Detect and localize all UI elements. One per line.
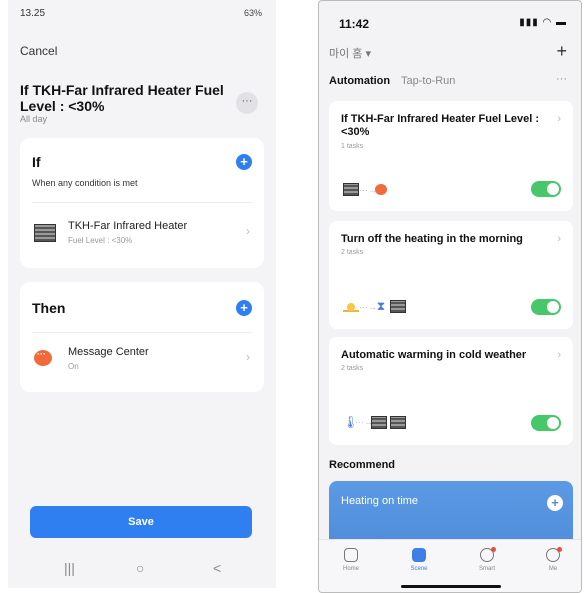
thermometer-icon: 🌡 bbox=[343, 415, 359, 429]
arrow-icon: ···→ bbox=[359, 184, 377, 195]
automation-card[interactable]: Turn off the heating in the morning 2 ta… bbox=[329, 221, 573, 329]
action-detail: On bbox=[68, 362, 79, 371]
task-flow: 🌡···→ bbox=[343, 415, 406, 429]
automation-toggle[interactable] bbox=[531, 299, 561, 315]
heater-icon bbox=[371, 415, 387, 429]
notification-badge bbox=[557, 547, 562, 552]
chevron-right-icon[interactable]: › bbox=[557, 349, 561, 361]
recent-apps-icon[interactable]: ||| bbox=[64, 560, 75, 576]
home-icon bbox=[344, 548, 358, 562]
back-icon[interactable]: < bbox=[213, 560, 221, 576]
message-icon bbox=[34, 349, 52, 366]
tab-tap-to-run[interactable]: Tap-to-Run bbox=[401, 75, 455, 87]
task-count: 2 tasks bbox=[341, 249, 364, 256]
task-flow: ···→ bbox=[343, 183, 387, 196]
divider bbox=[32, 332, 252, 333]
hourglass-icon: ⧗ bbox=[376, 299, 386, 313]
more-options-button[interactable]: ··· bbox=[236, 92, 258, 114]
tab-home[interactable]: Home bbox=[331, 548, 371, 572]
chevron-right-icon[interactable]: › bbox=[557, 113, 561, 125]
heater-icon bbox=[389, 415, 406, 429]
if-title: If bbox=[32, 154, 41, 170]
bottom-tab-bar: Home Scene Smart Me bbox=[319, 539, 581, 592]
status-time: 11:42 bbox=[339, 17, 370, 31]
recommend-card-heating[interactable]: Heating on time + bbox=[329, 481, 573, 547]
then-card: Then + Message Center On › bbox=[20, 282, 264, 392]
notification-badge bbox=[491, 547, 496, 552]
tab-smart[interactable]: Smart bbox=[467, 547, 507, 572]
task-count: 2 tasks bbox=[341, 365, 364, 372]
sunrise-icon bbox=[343, 302, 359, 312]
cancel-button[interactable]: Cancel bbox=[20, 44, 57, 58]
add-condition-button[interactable]: + bbox=[236, 154, 252, 170]
automation-card[interactable]: Automatic warming in cold weather 2 task… bbox=[329, 337, 573, 445]
android-nav-bar: ||| ○ < bbox=[8, 552, 276, 588]
tab-scene[interactable]: Scene bbox=[399, 548, 439, 572]
arrow-icon: ···→ bbox=[355, 417, 373, 427]
arrow-icon: ···→ bbox=[359, 301, 377, 312]
add-action-button[interactable]: + bbox=[236, 300, 252, 316]
automation-schedule: All day bbox=[20, 114, 48, 124]
automation-toggle[interactable] bbox=[531, 181, 561, 197]
tab-scene-label: Scene bbox=[410, 566, 428, 572]
status-icons: ▮▮▮ ◠ ▬ bbox=[519, 17, 567, 28]
chevron-right-icon[interactable]: › bbox=[246, 350, 250, 364]
more-options-button[interactable]: ··· bbox=[556, 73, 567, 85]
then-title: Then bbox=[32, 300, 66, 316]
heater-icon bbox=[34, 224, 56, 242]
tab-me[interactable]: Me bbox=[533, 547, 573, 572]
heater-icon bbox=[343, 183, 359, 196]
chevron-right-icon[interactable]: › bbox=[557, 233, 561, 245]
condition-device-name[interactable]: TKH-Far Infrared Heater bbox=[68, 220, 187, 232]
scene-icon bbox=[412, 548, 426, 562]
divider bbox=[32, 202, 252, 203]
recommend-card-title: Heating on time bbox=[341, 495, 419, 507]
status-time: 13.25 bbox=[20, 8, 46, 19]
left-phone-screen: 13.25 63% Cancel If TKH-Far Infrared Hea… bbox=[8, 0, 276, 588]
chevron-right-icon[interactable]: › bbox=[246, 224, 250, 238]
heater-icon bbox=[389, 300, 406, 313]
condition-mode[interactable]: When any condition is met bbox=[32, 178, 138, 188]
home-selector[interactable]: 마이 홈 ▾ bbox=[329, 45, 371, 61]
if-card: If + When any condition is met TKH-Far I… bbox=[20, 138, 264, 268]
home-icon[interactable]: ○ bbox=[136, 560, 144, 576]
task-count: 1 tasks bbox=[341, 143, 364, 150]
save-button[interactable]: Save bbox=[30, 506, 252, 538]
tab-smart-label: Smart bbox=[478, 566, 495, 572]
automation-card-title: If TKH-Far Infrared Heater Fuel Level : … bbox=[341, 113, 540, 138]
automation-card-title: Turn off the heating in the morning bbox=[341, 233, 523, 245]
automation-card-title: Automatic warming in cold weather bbox=[341, 349, 527, 361]
recommend-heading: Recommend bbox=[329, 459, 396, 471]
action-name[interactable]: Message Center bbox=[68, 346, 149, 358]
condition-detail: Fuel Level : <30% bbox=[68, 236, 133, 245]
tab-automation[interactable]: Automation bbox=[329, 75, 390, 87]
message-icon bbox=[375, 184, 387, 195]
task-flow: ···→⧗ bbox=[343, 299, 406, 314]
automation-card[interactable]: If TKH-Far Infrared Heater Fuel Level : … bbox=[329, 101, 573, 211]
right-phone-screen: 11:42 ▮▮▮ ◠ ▬ 마이 홈 ▾ + Automation Tap-to… bbox=[318, 0, 582, 593]
home-indicator bbox=[401, 585, 501, 588]
tab-me-label: Me bbox=[548, 566, 558, 572]
status-bar: 13.25 63% bbox=[8, 0, 276, 28]
tab-home-label: Home bbox=[342, 566, 359, 572]
automation-toggle[interactable] bbox=[531, 415, 561, 431]
add-recommend-button[interactable]: + bbox=[547, 495, 563, 511]
add-scene-button[interactable]: + bbox=[556, 41, 567, 62]
automation-title: If TKH-Far Infrared Heater Fuel Level : … bbox=[20, 82, 224, 114]
status-battery: 63% bbox=[243, 8, 262, 18]
